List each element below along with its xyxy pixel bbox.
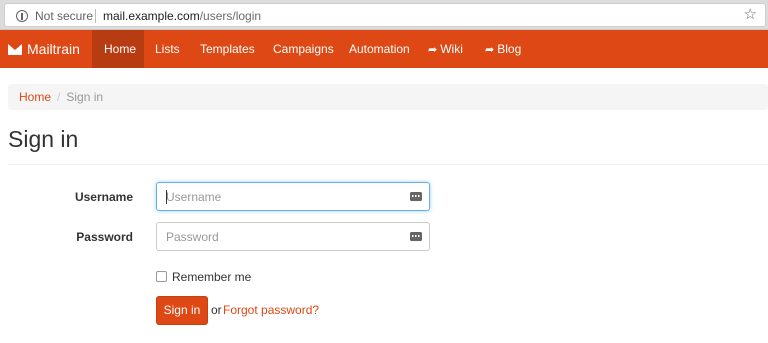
username-label: Username	[74, 190, 133, 204]
keyboard-icon	[410, 232, 422, 241]
nav-item-label: Wiki	[440, 42, 463, 56]
password-field[interactable]	[156, 222, 430, 251]
nav-item-blog[interactable]: ➦ Blog	[473, 30, 533, 68]
nav-item-templates[interactable]: Templates	[188, 30, 267, 68]
info-icon[interactable]	[16, 10, 28, 22]
password-label: Password	[76, 230, 133, 244]
nav-item-home[interactable]: Home	[92, 30, 144, 68]
nav-item-lists[interactable]: Lists	[143, 30, 192, 68]
browser-chrome: Not secure mail.example.com/users/login …	[0, 0, 768, 30]
top-navbar: Mailtrain Home Lists Templates Campaigns…	[0, 30, 768, 68]
url-text[interactable]: mail.example.com/users/login	[103, 8, 261, 24]
nav-item-label: Automation	[349, 42, 410, 56]
remember-me-label[interactable]: Remember me	[172, 269, 251, 285]
or-text: or	[211, 303, 222, 317]
share-arrow-icon: ➦	[485, 44, 495, 56]
remember-me-checkbox[interactable]	[156, 271, 167, 282]
title-divider	[8, 164, 768, 165]
brand-name: Mailtrain	[27, 41, 80, 57]
url-host: mail.example.com	[103, 9, 200, 23]
keyboard-icon	[410, 192, 422, 201]
page-title: Sign in	[8, 126, 79, 152]
breadcrumb-separator: /	[57, 90, 61, 104]
breadcrumb: Home / Sign in	[8, 84, 768, 110]
address-bar[interactable]: Not secure mail.example.com/users/login …	[4, 3, 766, 27]
url-separator	[95, 9, 96, 23]
envelope-icon	[8, 43, 22, 55]
share-arrow-icon: ➦	[428, 44, 438, 56]
nav-item-wiki[interactable]: ➦ Wiki	[416, 30, 475, 68]
nav-item-label: Campaigns	[273, 42, 334, 56]
breadcrumb-home-link[interactable]: Home	[19, 90, 51, 104]
text-caret	[166, 190, 167, 204]
nav-item-label: Templates	[200, 42, 255, 56]
security-label: Not secure	[35, 9, 94, 23]
nav-item-label: Home	[104, 42, 137, 56]
nav-item-label: Lists	[155, 42, 180, 56]
nav-item-campaigns[interactable]: Campaigns	[261, 30, 346, 68]
brand-link[interactable]: Mailtrain	[8, 30, 80, 68]
username-field[interactable]	[156, 182, 430, 211]
username-input[interactable]	[166, 189, 401, 205]
nav-item-label: Blog	[497, 42, 522, 56]
forgot-password-link[interactable]: Forgot password?	[223, 302, 319, 318]
url-path: /users/login	[199, 9, 262, 23]
nav-item-automation[interactable]: Automation	[337, 30, 422, 68]
bookmark-star-icon[interactable]: ☆	[744, 7, 757, 23]
sign-in-button[interactable]: Sign in	[156, 296, 208, 325]
breadcrumb-current: Sign in	[66, 90, 104, 104]
password-input[interactable]	[166, 229, 401, 245]
